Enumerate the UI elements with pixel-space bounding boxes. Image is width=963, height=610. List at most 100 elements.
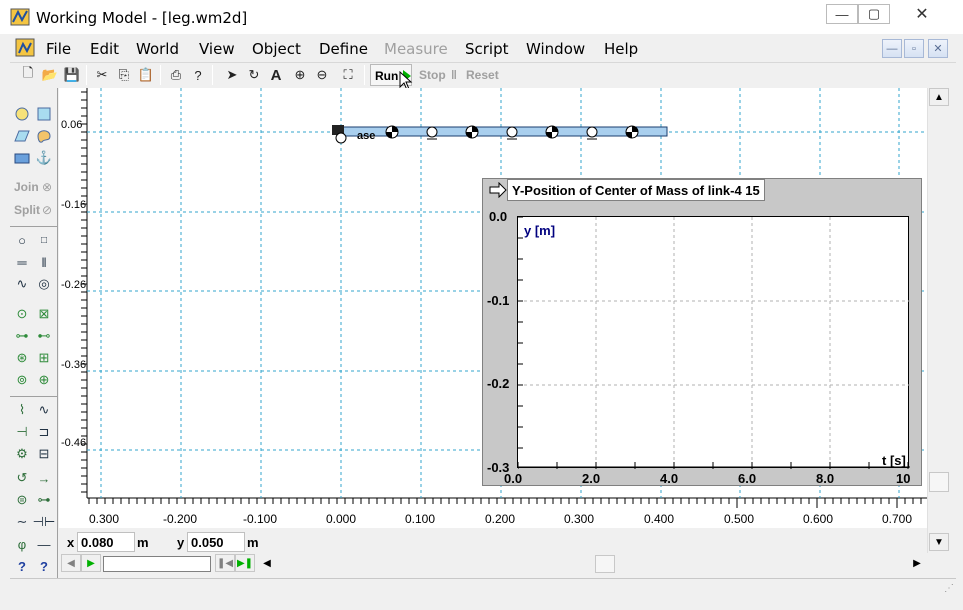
point-tool-icon[interactable]: ○ xyxy=(12,230,32,250)
gear-icon[interactable]: ⚙ xyxy=(12,444,32,464)
meter-point-icon[interactable]: φ xyxy=(12,534,32,554)
linear-damper-icon[interactable]: ⊐ xyxy=(34,422,54,442)
torque-icon[interactable]: ⊜ xyxy=(12,490,32,510)
help-arrow-2-icon[interactable]: ? xyxy=(34,556,54,576)
menu-object[interactable]: Object xyxy=(252,40,301,58)
separator-icon[interactable]: ⊶ xyxy=(34,490,54,510)
copy-icon[interactable]: ⎘ xyxy=(114,65,134,85)
vertical-keyed-icon[interactable]: ⊞ xyxy=(34,348,54,368)
rod-icon[interactable]: ═ xyxy=(12,252,32,272)
tape-rewind-button[interactable]: ◀ xyxy=(61,554,81,572)
actuator-icon[interactable]: ⊟ xyxy=(34,444,54,464)
help-arrow-icon[interactable]: ? xyxy=(12,556,32,576)
link-body[interactable] xyxy=(329,122,689,162)
x-tick-label: 0.600 xyxy=(803,512,834,526)
stop-button[interactable]: Stop ‖ xyxy=(416,64,460,86)
meter-x-tick: 8.0 xyxy=(816,471,835,486)
slot-icon[interactable]: ‖ xyxy=(34,252,54,272)
close-button[interactable]: ✕ xyxy=(890,4,954,24)
minimize-button[interactable]: — xyxy=(826,4,858,24)
text-tool-icon[interactable]: A xyxy=(266,65,286,85)
menu-script[interactable]: Script xyxy=(465,40,509,58)
rectangle-tool-icon[interactable] xyxy=(34,104,54,124)
x-coord-field[interactable]: 0.080 xyxy=(77,532,135,552)
zoom-fit-icon[interactable]: ⛶ xyxy=(338,65,358,85)
line-icon[interactable]: — xyxy=(34,534,54,554)
pin-joint-icon[interactable]: ⊙ xyxy=(12,304,32,324)
curved-slot-icon[interactable]: ∿ xyxy=(12,274,32,294)
closed-slot-icon[interactable]: ◎ xyxy=(34,274,54,294)
rope-icon[interactable]: ∿ xyxy=(34,400,54,420)
rotate-icon[interactable]: ↻ xyxy=(244,65,264,85)
document-icon xyxy=(15,38,35,57)
maximize-button[interactable]: ▢ xyxy=(858,4,890,24)
tape-step-back-button[interactable]: ❚◀ xyxy=(215,554,235,572)
mdi-restore-button[interactable]: ▫ xyxy=(904,39,924,58)
damper-icon[interactable]: ⊣ xyxy=(12,422,32,442)
reset-label: Reset xyxy=(466,68,499,82)
y-coord-label: y xyxy=(177,535,185,550)
scroll-left-button[interactable]: ◀ xyxy=(257,554,277,572)
mdi-minimize-button[interactable]: — xyxy=(882,39,902,58)
spring-icon[interactable]: ⌇ xyxy=(12,400,32,420)
menu-world[interactable]: World xyxy=(136,40,179,58)
paste-icon[interactable]: 📋 xyxy=(136,65,156,85)
cut-icon[interactable]: ✂ xyxy=(92,65,112,85)
menu-file[interactable]: File xyxy=(46,40,71,58)
menu-define[interactable]: Define xyxy=(319,40,368,58)
menu-window[interactable]: Window xyxy=(526,40,585,58)
menu-edit[interactable]: Edit xyxy=(90,40,119,58)
save-icon[interactable]: 💾 xyxy=(62,65,82,85)
scroll-right-button[interactable]: ▶ xyxy=(907,554,927,572)
join-label[interactable]: Join xyxy=(14,180,39,194)
rope-2-icon[interactable]: ∼ xyxy=(12,512,32,532)
x-tick-label: 0.200 xyxy=(485,512,516,526)
pin-slot-icon[interactable]: ⊶ xyxy=(12,326,32,346)
new-file-icon[interactable]: 🗋 xyxy=(18,65,38,85)
reset-button[interactable]: Reset xyxy=(462,64,506,86)
tape-step-forward-button[interactable]: ▶❚ xyxy=(235,554,255,572)
y-tick-label: -0.36 xyxy=(61,359,87,371)
square-point-icon[interactable]: □ xyxy=(34,230,54,250)
scroll-thumb[interactable] xyxy=(929,472,949,492)
meter-arrow-icon[interactable] xyxy=(489,182,507,198)
y-coord-field[interactable]: 0.050 xyxy=(187,532,245,552)
vertical-pin-icon[interactable]: ⊛ xyxy=(12,348,32,368)
curved-keyed-icon[interactable]: ⊕ xyxy=(34,370,54,390)
force-icon[interactable]: → xyxy=(34,468,54,488)
x-tick-label: 0.100 xyxy=(405,512,436,526)
circle-tool-icon[interactable] xyxy=(12,104,32,124)
menu-view[interactable]: View xyxy=(199,40,235,58)
meter-window[interactable]: Y-Position of Center of Mass of link-4 1… xyxy=(482,178,922,486)
curved-body-tool-icon[interactable] xyxy=(34,126,54,146)
menu-measure[interactable]: Measure xyxy=(384,40,448,58)
anchor-icon[interactable]: ⚓ xyxy=(34,148,54,168)
meter-x-tick: 4.0 xyxy=(660,471,679,486)
help-pointer-icon[interactable]: ? xyxy=(188,65,208,85)
scroll-down-button[interactable]: ▼ xyxy=(929,533,949,551)
zoom-out-icon[interactable]: ⊖ xyxy=(312,65,332,85)
zoom-in-icon[interactable]: ⊕ xyxy=(290,65,310,85)
tape-slider[interactable] xyxy=(103,556,211,572)
horizontal-scroll-thumb[interactable] xyxy=(595,555,615,573)
resize-grip-icon[interactable]: ⋰ xyxy=(944,583,954,594)
scroll-up-button[interactable]: ▲ xyxy=(929,88,949,106)
tape-play-button[interactable]: ▶ xyxy=(81,554,101,572)
split-label[interactable]: Split xyxy=(14,203,40,217)
open-folder-icon[interactable]: 📂 xyxy=(40,65,60,85)
menu-help[interactable]: Help xyxy=(604,40,638,58)
curved-pin-icon[interactable]: ⊚ xyxy=(12,370,32,390)
vertical-scrollbar[interactable]: ▲ ▼ xyxy=(927,88,949,553)
meter-x-tick: 6.0 xyxy=(738,471,757,486)
rigid-joint-icon[interactable]: ⊠ xyxy=(34,304,54,324)
tape-player-bar: ◀ ▶ ❚◀ ▶❚ ◀ ▶ xyxy=(59,554,949,574)
print-icon[interactable]: ⎙ xyxy=(166,65,186,85)
mdi-close-button[interactable]: ✕ xyxy=(928,39,948,58)
polygon-tool-icon[interactable] xyxy=(12,126,32,146)
pointer-icon[interactable]: ➤ xyxy=(222,65,242,85)
meter-y-axis-label: y [m] xyxy=(524,223,556,238)
motor-icon[interactable]: ↺ xyxy=(12,468,32,488)
keyed-slot-icon[interactable]: ⊷ xyxy=(34,326,54,346)
pulley-icon[interactable]: ⊣⊢ xyxy=(33,512,56,532)
box-tool-icon[interactable] xyxy=(12,148,32,168)
